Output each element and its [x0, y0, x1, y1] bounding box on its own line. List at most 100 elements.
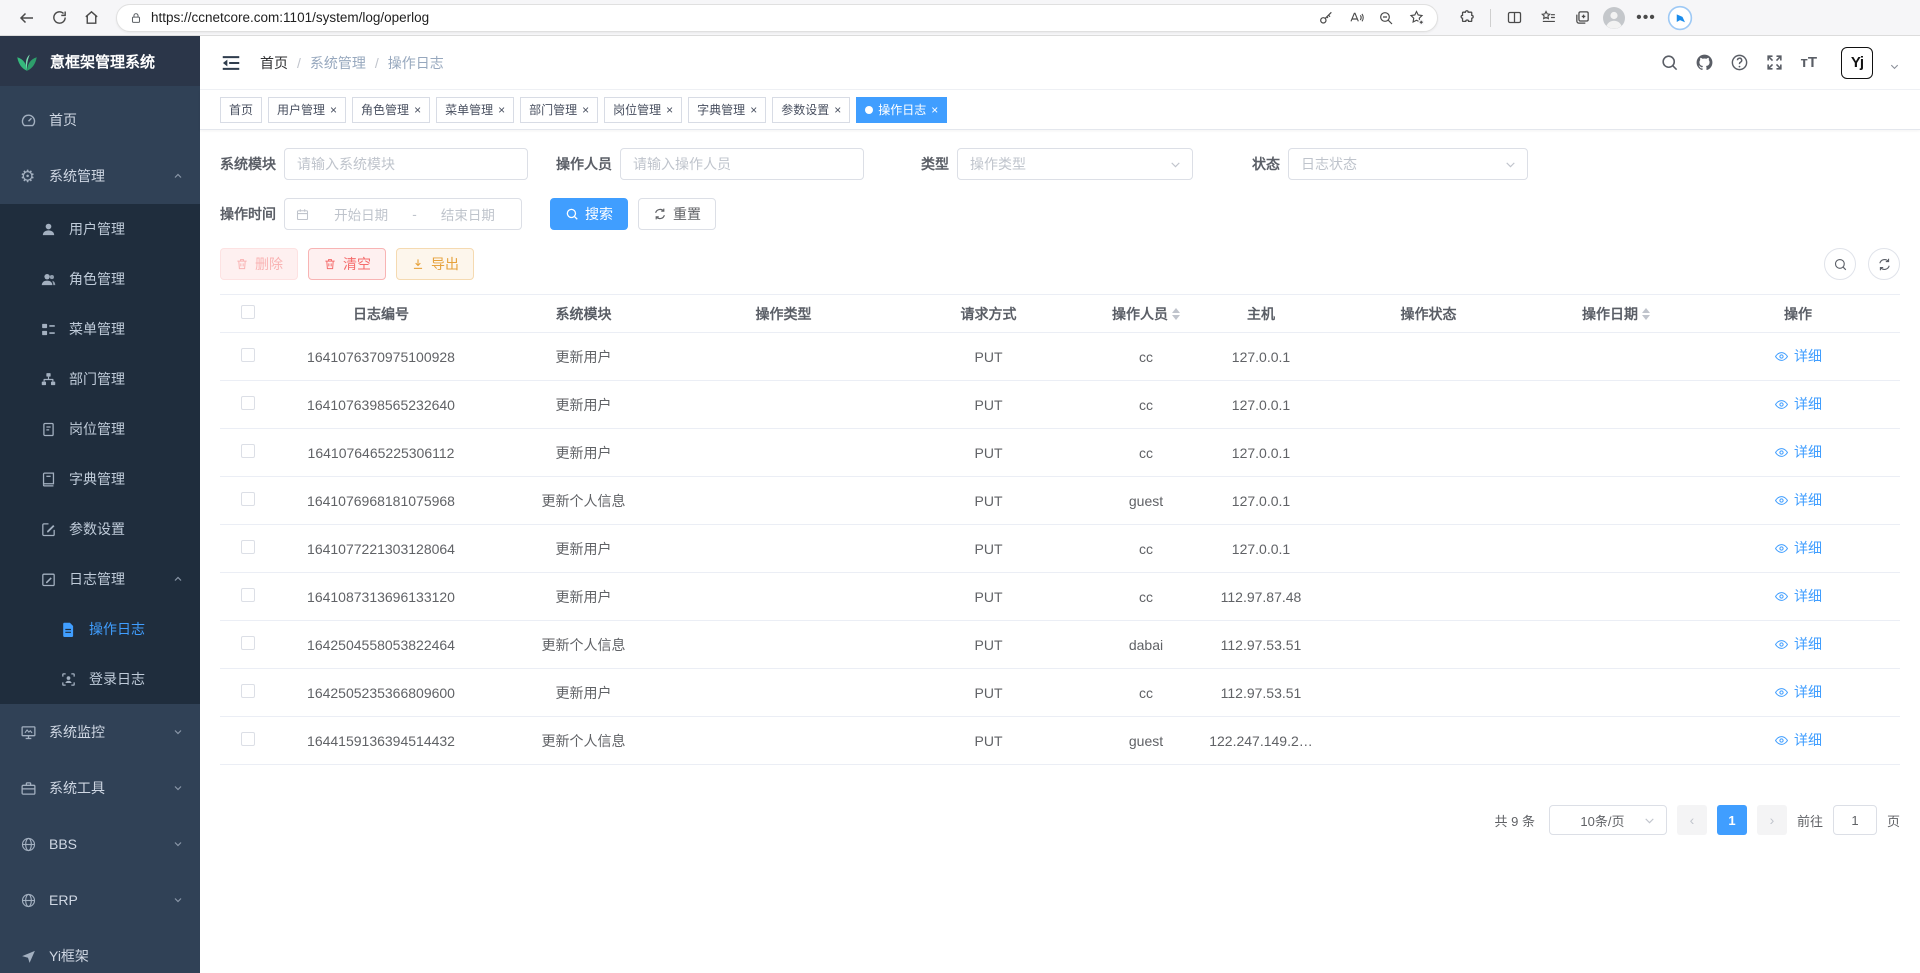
status-select[interactable]: 日志状态 [1288, 148, 1528, 180]
reset-button[interactable]: 重置 [638, 198, 716, 230]
tab-用户管理[interactable]: 用户管理× [268, 97, 346, 123]
tab-close-icon[interactable]: × [414, 103, 421, 117]
delete-button[interactable]: 删除 [220, 248, 298, 280]
clear-button[interactable]: 清空 [308, 248, 386, 280]
row-checkbox[interactable] [241, 732, 255, 746]
user-avatar[interactable]: Yj [1841, 47, 1873, 79]
avatar-chevron-down-icon[interactable] [1889, 61, 1900, 72]
module-input[interactable] [284, 148, 528, 180]
breadcrumb-item-1[interactable]: 首页 [260, 53, 288, 73]
export-button[interactable]: 导出 [396, 248, 474, 280]
refresh-list-icon[interactable] [1868, 248, 1900, 280]
column-header[interactable]: 操作日期 [1536, 295, 1696, 333]
tab-close-icon[interactable]: × [330, 103, 337, 117]
sidebar-item-login-log[interactable]: 登录日志 [0, 654, 200, 704]
detail-link[interactable]: 详细 [1774, 394, 1822, 414]
sidebar-item-dept-mgmt[interactable]: 部门管理 [0, 354, 200, 404]
favorites-bar-icon[interactable] [1533, 4, 1563, 32]
tab-岗位管理[interactable]: 岗位管理× [604, 97, 682, 123]
zoom-out-icon[interactable] [1373, 4, 1399, 32]
sidebar-item-menu-mgmt[interactable]: 菜单管理 [0, 304, 200, 354]
tab-菜单管理[interactable]: 菜单管理× [436, 97, 514, 123]
operator-input[interactable] [620, 148, 864, 180]
sidebar-fold-icon[interactable] [220, 52, 242, 74]
detail-link[interactable]: 详细 [1774, 586, 1822, 606]
home-icon[interactable] [76, 4, 106, 32]
settings-more-icon[interactable]: ••• [1631, 4, 1661, 32]
prev-page-button[interactable]: ‹ [1677, 805, 1707, 835]
row-checkbox[interactable] [241, 540, 255, 554]
page-number-1[interactable]: 1 [1717, 805, 1747, 835]
tab-close-icon[interactable]: × [582, 103, 589, 117]
split-screen-icon[interactable] [1499, 4, 1529, 32]
tab-close-icon[interactable]: × [498, 103, 505, 117]
collections-icon[interactable] [1567, 4, 1597, 32]
detail-link[interactable]: 详细 [1774, 442, 1822, 462]
tab-close-icon[interactable]: × [834, 103, 841, 117]
tab-参数设置[interactable]: 参数设置× [772, 97, 850, 123]
app-logo[interactable]: 意框架管理系统 [0, 36, 200, 86]
font-size-icon[interactable]: тT [1800, 54, 1817, 71]
refresh-icon[interactable] [44, 4, 74, 32]
address-bar[interactable]: https://ccnetcore.com:1101/system/log/op… [116, 4, 1438, 32]
row-checkbox[interactable] [241, 492, 255, 506]
detail-link[interactable]: 详细 [1774, 538, 1822, 558]
row-checkbox[interactable] [241, 684, 255, 698]
sidebar-item-param-set[interactable]: 参数设置 [0, 504, 200, 554]
sort-icon[interactable] [1642, 308, 1650, 320]
tab-首页[interactable]: 首页 [220, 97, 262, 123]
sidebar-item-log-mgmt[interactable]: 日志管理 [0, 554, 200, 604]
date-range-input[interactable]: 开始日期 - 结束日期 [284, 198, 522, 230]
tab-部门管理[interactable]: 部门管理× [520, 97, 598, 123]
extensions-icon[interactable] [1452, 4, 1482, 32]
tab-角色管理[interactable]: 角色管理× [352, 97, 430, 123]
detail-link[interactable]: 详细 [1774, 634, 1822, 654]
sidebar-item-sys-tools[interactable]: 系统工具 [0, 760, 200, 816]
next-page-button[interactable]: › [1757, 805, 1787, 835]
column-header[interactable]: 操作人员 [1091, 295, 1201, 333]
read-aloud-icon[interactable] [1343, 4, 1369, 32]
github-icon[interactable] [1695, 53, 1714, 72]
sidebar-item-system-mgmt[interactable]: ⚙系统管理 [0, 148, 200, 204]
sidebar-item-bbs[interactable]: BBS [0, 816, 200, 872]
help-icon[interactable] [1730, 53, 1749, 72]
page-size-select[interactable]: 10条/页 [1549, 805, 1667, 835]
sidebar-item-dict-mgmt[interactable]: 字典管理 [0, 454, 200, 504]
tab-close-icon[interactable]: × [666, 103, 673, 117]
search-toggle-icon[interactable] [1824, 248, 1856, 280]
fullscreen-icon[interactable] [1765, 53, 1784, 72]
sidebar-item-user-mgmt[interactable]: 用户管理 [0, 204, 200, 254]
profile-avatar[interactable] [1601, 5, 1627, 31]
tab-操作日志[interactable]: 操作日志× [856, 97, 947, 123]
search-button[interactable]: 搜索 [550, 198, 628, 230]
tab-close-icon[interactable]: × [931, 103, 938, 117]
row-checkbox[interactable] [241, 348, 255, 362]
sidebar-item-oper-log[interactable]: 操作日志 [0, 604, 200, 654]
goto-page-input[interactable] [1833, 805, 1877, 835]
url-text[interactable]: https://ccnetcore.com:1101/system/log/op… [151, 10, 1305, 25]
sidebar-item-erp[interactable]: ERP [0, 872, 200, 928]
detail-link[interactable]: 详细 [1774, 682, 1822, 702]
tab-字典管理[interactable]: 字典管理× [688, 97, 766, 123]
row-checkbox[interactable] [241, 636, 255, 650]
bing-chat-icon[interactable] [1665, 4, 1695, 32]
sidebar-item-role-mgmt[interactable]: 角色管理 [0, 254, 200, 304]
sidebar-item-yi-frame[interactable]: Yi框架 [0, 928, 200, 973]
tab-close-icon[interactable]: × [750, 103, 757, 117]
sort-icon[interactable] [1172, 308, 1180, 320]
sidebar-item-home[interactable]: 首页 [0, 92, 200, 148]
row-checkbox[interactable] [241, 396, 255, 410]
sidebar-item-sys-monitor[interactable]: 系统监控 [0, 704, 200, 760]
back-icon[interactable] [12, 4, 42, 32]
header-search-icon[interactable] [1660, 53, 1679, 72]
select-all-checkbox[interactable] [241, 305, 255, 319]
type-select[interactable]: 操作类型 [957, 148, 1193, 180]
detail-link[interactable]: 详细 [1774, 490, 1822, 510]
detail-link[interactable]: 详细 [1774, 730, 1822, 750]
sidebar-item-post-mgmt[interactable]: 岗位管理 [0, 404, 200, 454]
favorite-add-icon[interactable] [1403, 4, 1429, 32]
detail-link[interactable]: 详细 [1774, 346, 1822, 366]
row-checkbox[interactable] [241, 444, 255, 458]
row-checkbox[interactable] [241, 588, 255, 602]
password-key-icon[interactable] [1313, 4, 1339, 32]
